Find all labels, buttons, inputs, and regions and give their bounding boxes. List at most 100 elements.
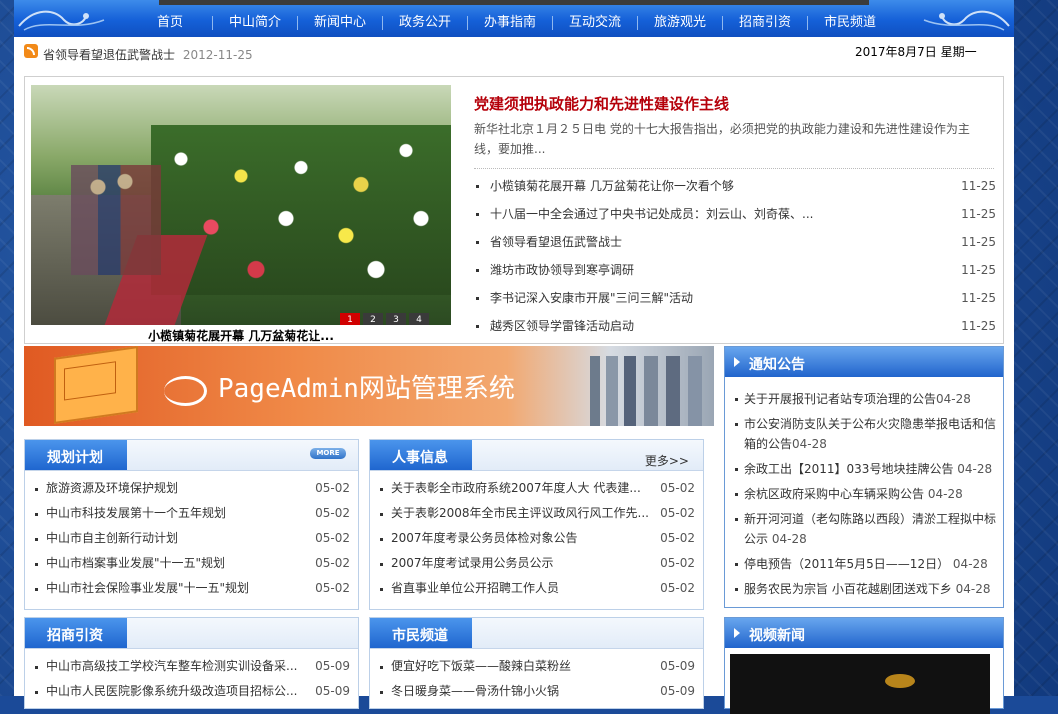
hr-panel: 人事信息 更多>> 关于表彰全市政府系统2007年度人大 代表建... 05-02… — [369, 439, 704, 610]
more-button[interactable]: MORE — [310, 448, 346, 459]
list-item[interactable]: 2007年度考试录用公务员公示 05-02 — [378, 553, 695, 578]
list-item[interactable]: 冬日暖身菜——骨汤什锦小火锅 05-09 — [378, 681, 695, 706]
nav-investment[interactable]: 招商引资 — [725, 14, 805, 32]
list-item-title[interactable]: 中山市社会保险事业发展"十一五"规划 — [46, 578, 249, 598]
ticker-title[interactable]: 省领导看望退伍武警战士 — [43, 48, 175, 62]
slide-caption[interactable]: 小榄镇菊花展开幕 几万盆菊花让... — [31, 327, 451, 344]
news-ticker: 省领导看望退伍武警战士 2012-11-25 2017年8月7日 星期一 — [14, 37, 1014, 69]
list-item[interactable]: 中山市社会保险事业发展"十一五"规划 05-02 — [33, 578, 350, 603]
list-item-date: 05-09 — [315, 659, 350, 673]
panel-header: 规划计划 MORE — [25, 440, 358, 471]
list-item[interactable]: 市公安消防支队关于公布火灾隐患举报电话和信箱的公告04-28 — [735, 414, 999, 454]
list-item-date: 04-28 — [936, 392, 971, 406]
bird-icon — [164, 376, 207, 406]
list-item[interactable]: 关于开展报刊记者站专项治理的公告04-28 — [735, 389, 999, 409]
list-item[interactable]: 余政工出【2011】033号地块挂牌公告 04-28 — [735, 459, 999, 479]
slide-pager: 12345 — [337, 311, 451, 325]
list-item-date: 05-02 — [315, 481, 350, 495]
list-item-title[interactable]: 旅游资源及环境保护规划 — [46, 478, 178, 498]
nav-government[interactable]: 政务公开 — [385, 14, 465, 32]
nav-separator — [807, 16, 808, 30]
list-item-title[interactable]: 便宜好吃下饭菜——酸辣白菜粉丝 — [391, 656, 571, 676]
nav-separator — [297, 16, 298, 30]
nav-about[interactable]: 中山简介 — [215, 14, 295, 32]
list-item-title[interactable]: 中山市人民医院影像系统升级改造项目招标公... — [46, 681, 297, 701]
list-item-title[interactable]: 中山市自主创新行动计划 — [46, 528, 178, 548]
list-item-title[interactable]: 中山市档案事业发展"十一五"规划 — [46, 553, 225, 573]
list-item[interactable]: 新开河河道（老勾陈路以西段）清淤工程拟中标公示 04-28 — [735, 509, 999, 549]
list-item-title[interactable]: 省直事业单位公开招聘工作人员 — [391, 578, 559, 598]
list-item-title[interactable]: 关于表彰全市政府系统2007年度人大 代表建... — [391, 478, 641, 498]
list-item[interactable]: 省领导看望退伍武警战士 11-25 — [474, 231, 996, 259]
list-item[interactable]: 小榄镇菊花展开幕 几万盆菊花让你一次看个够 11-25 — [474, 175, 996, 203]
list-item[interactable]: 余杭区政府采购中心车辆采购公告 04-28 — [735, 484, 999, 504]
list-item-title[interactable]: 服务农民为宗旨 小百花越剧团送戏下乡 — [744, 582, 952, 596]
list-item[interactable]: 2007年度考录公务员体检对象公告 05-02 — [378, 528, 695, 553]
ticker-item[interactable]: 省领导看望退伍武警战士 2012-11-25 — [43, 46, 253, 63]
list-item-title[interactable]: 省领导看望退伍武警战士 — [490, 231, 622, 253]
bullet-icon — [735, 468, 738, 471]
list-item[interactable]: 中山市高级技工学校汽车整车检测实训设备采... 05-09 — [33, 656, 350, 681]
list-item-title[interactable]: 中山市高级技工学校汽车整车检测实训设备采... — [46, 656, 297, 676]
list-item[interactable]: 十八届一中全会通过了中央书记处成员：刘云山、刘奇葆、... 11-25 — [474, 203, 996, 231]
list-item-title[interactable]: 2007年度考录公务员体检对象公告 — [391, 528, 578, 548]
headline-link[interactable]: 党建须把执政能力和先进性建设作主线 — [474, 93, 729, 114]
list-item-title[interactable]: 停电预告（2011年5月5日——12日） — [744, 557, 949, 571]
list-item-title[interactable]: 冬日暖身菜——骨汤什锦小火锅 — [391, 681, 559, 701]
list-item-title[interactable]: 2007年度考试录用公务员公示 — [391, 553, 554, 573]
list-item[interactable]: 越秀区领导学雷锋活动启动 11-25 — [474, 315, 996, 343]
slide-page-3[interactable]: 3 — [386, 313, 406, 325]
list-item-date: 05-09 — [660, 659, 695, 673]
rss-icon — [24, 44, 38, 58]
list-item-title[interactable]: 余政工出【2011】033号地块挂牌公告 — [744, 462, 953, 476]
list-item-title[interactable]: 小榄镇菊花展开幕 几万盆菊花让你一次看个够 — [490, 175, 734, 197]
panel-header: 市民频道 — [370, 618, 703, 649]
panel-header: 招商引资 — [25, 618, 358, 649]
nav-citizen[interactable]: 市民频道 — [810, 14, 890, 32]
list-item-title[interactable]: 关于开展报刊记者站专项治理的公告 — [744, 392, 936, 406]
list-item[interactable]: 服务农民为宗旨 小百花越剧团送戏下乡 04-28 — [735, 579, 999, 599]
list-item-title[interactable]: 越秀区领导学雷锋活动启动 — [490, 315, 634, 337]
list-item[interactable]: 中山市科技发展第十一个五年规划 05-02 — [33, 503, 350, 528]
bullet-icon — [380, 538, 383, 541]
video-player[interactable] — [730, 654, 990, 714]
nav-home[interactable]: 首页 — [130, 14, 210, 32]
list-item[interactable]: 旅游资源及环境保护规划 05-02 — [33, 478, 350, 503]
list-item[interactable]: 李书记深入安康市开展"三问三解"活动 11-25 — [474, 287, 996, 315]
list-item-title[interactable]: 李书记深入安康市开展"三问三解"活动 — [490, 287, 693, 309]
list-item-title[interactable]: 十八届一中全会通过了中央书记处成员：刘云山、刘奇葆、... — [490, 203, 813, 225]
nav-separator — [382, 16, 383, 30]
feature-news-list: 小榄镇菊花展开幕 几万盆菊花让你一次看个够 11-25 十八届一中全会通过了中央书… — [474, 175, 996, 343]
list-item-title[interactable]: 潍坊市政协领导到寒亭调研 — [490, 259, 634, 281]
list-item[interactable]: 中山市档案事业发展"十一五"规划 05-02 — [33, 553, 350, 578]
nav-guide[interactable]: 办事指南 — [470, 14, 550, 32]
list-item[interactable]: 关于表彰全市政府系统2007年度人大 代表建... 05-02 — [378, 478, 695, 503]
list-item[interactable]: 省直事业单位公开招聘工作人员 05-02 — [378, 578, 695, 603]
slideshow-photo[interactable]: 12345 — [31, 85, 451, 325]
list-item-title[interactable]: 市公安消防支队关于公布火灾隐患举报电话和信箱的公告 — [744, 417, 996, 451]
list-item[interactable]: 关于表彰2008年全市民主评议政风行风工作先... 05-02 — [378, 503, 695, 528]
list-item-title[interactable]: 中山市科技发展第十一个五年规划 — [46, 503, 226, 523]
city-skyline — [584, 356, 714, 426]
nav-tourism[interactable]: 旅游观光 — [640, 14, 720, 32]
nav-interaction[interactable]: 互动交流 — [555, 14, 635, 32]
list-item[interactable]: 潍坊市政协领导到寒亭调研 11-25 — [474, 259, 996, 287]
list-item[interactable]: 中山市自主创新行动计划 05-02 — [33, 528, 350, 553]
ticker-date: 2012-11-25 — [182, 48, 253, 62]
list-item[interactable]: 便宜好吃下饭菜——酸辣白菜粉丝 05-09 — [378, 656, 695, 681]
slide-page-1[interactable]: 1 — [340, 313, 360, 325]
nav-news[interactable]: 新闻中心 — [300, 14, 380, 32]
notice-list: 关于开展报刊记者站专项治理的公告04-28 市公安消防支队关于公布火灾隐患举报电… — [735, 389, 999, 604]
list-item-date: 11-25 — [961, 263, 996, 277]
list-item[interactable]: 停电预告（2011年5月5日——12日） 04-28 — [735, 554, 999, 574]
list-item-title[interactable]: 关于表彰2008年全市民主评议政风行风工作先... — [391, 503, 649, 523]
list-item-title[interactable]: 余杭区政府采购中心车辆采购公告 — [744, 487, 924, 501]
bullet-icon — [476, 241, 479, 244]
promo-banner[interactable]: PageAdmin网站管理系统 — [24, 346, 714, 426]
bullet-icon — [735, 563, 738, 566]
slide-page-4[interactable]: 4 — [409, 313, 429, 325]
more-link[interactable]: 更多>> — [645, 452, 689, 469]
list-item[interactable]: 中山市人民医院影像系统升级改造项目招标公... 05-09 — [33, 681, 350, 706]
bullet-icon — [735, 493, 738, 496]
slide-page-2[interactable]: 2 — [363, 313, 383, 325]
